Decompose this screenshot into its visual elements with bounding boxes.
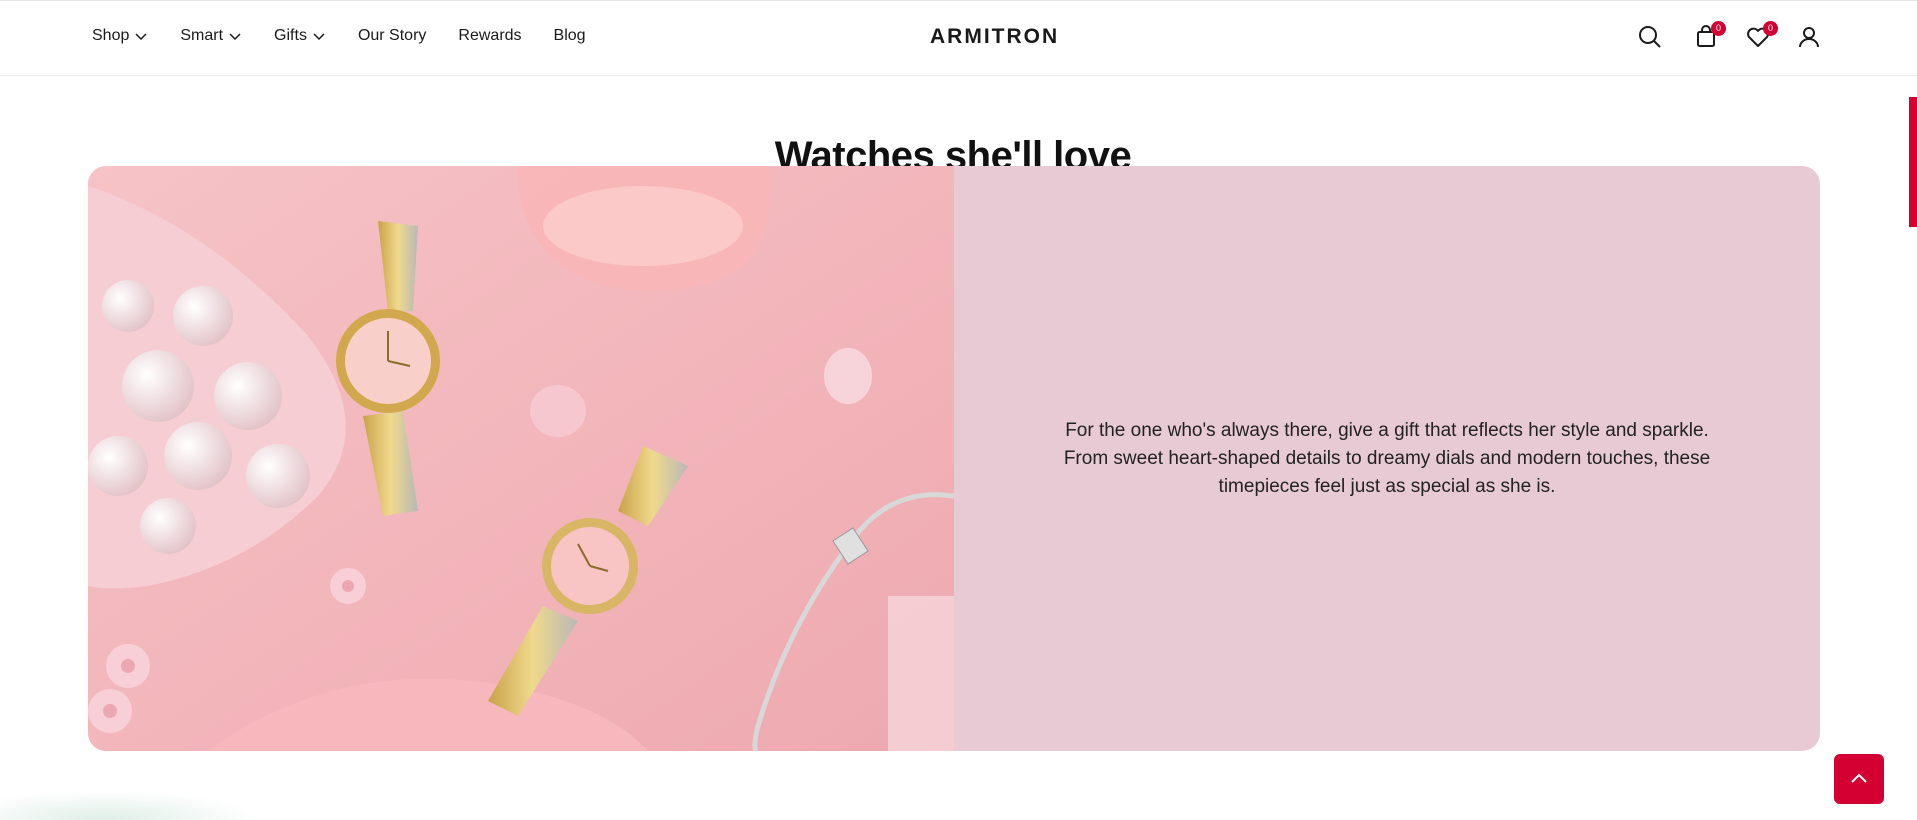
back-to-top-button[interactable]: [1834, 754, 1884, 804]
chevron-up-icon: [1851, 773, 1867, 783]
nav-gifts-label: Gifts: [274, 27, 307, 44]
nav-rewards[interactable]: Rewards: [458, 27, 521, 45]
user-icon: [1799, 27, 1819, 48]
nav-shop[interactable]: Shop: [92, 27, 148, 45]
nav-rewards-label: Rewards: [458, 27, 522, 44]
chevron-down-icon: [313, 33, 325, 41]
watches-lifestyle-image: [88, 166, 954, 751]
nav-our-story[interactable]: Our Story: [358, 27, 426, 45]
account-button[interactable]: [1795, 23, 1823, 53]
nav-blog-label: Blog: [553, 27, 586, 44]
wishlist-button[interactable]: 0: [1744, 21, 1778, 53]
main-nav: Shop Smart Gifts Our Story Rewards Blog: [92, 27, 618, 45]
nav-our-story-label: Our Story: [357, 27, 427, 44]
wishlist-count-badge: 0: [1763, 21, 1778, 36]
chevron-down-icon: [135, 33, 147, 41]
nav-blog[interactable]: Blog: [554, 27, 586, 45]
scroll-indicator: [1909, 97, 1917, 227]
site-header: Shop Smart Gifts Our Story Rewards Blog …: [0, 0, 1917, 76]
cart-count-badge: 0: [1711, 21, 1726, 36]
nav-smart[interactable]: Smart: [180, 27, 242, 45]
chat-widget-glow: [0, 790, 260, 820]
nav-shop-label: Shop: [92, 27, 130, 44]
brand-logo[interactable]: ARMITRON: [930, 25, 1059, 49]
promo-copy: For the one who's always there, give a g…: [954, 166, 1820, 751]
chevron-down-icon: [229, 33, 241, 41]
nav-smart-label: Smart: [180, 27, 224, 44]
search-button[interactable]: [1636, 23, 1664, 53]
nav-gifts[interactable]: Gifts: [274, 27, 326, 45]
promo-description: For the one who's always there, give a g…: [1063, 419, 1711, 497]
search-icon: [1639, 26, 1661, 48]
cart-button[interactable]: 0: [1692, 21, 1726, 53]
gift-promo-card: For the one who's always there, give a g…: [88, 166, 1820, 751]
